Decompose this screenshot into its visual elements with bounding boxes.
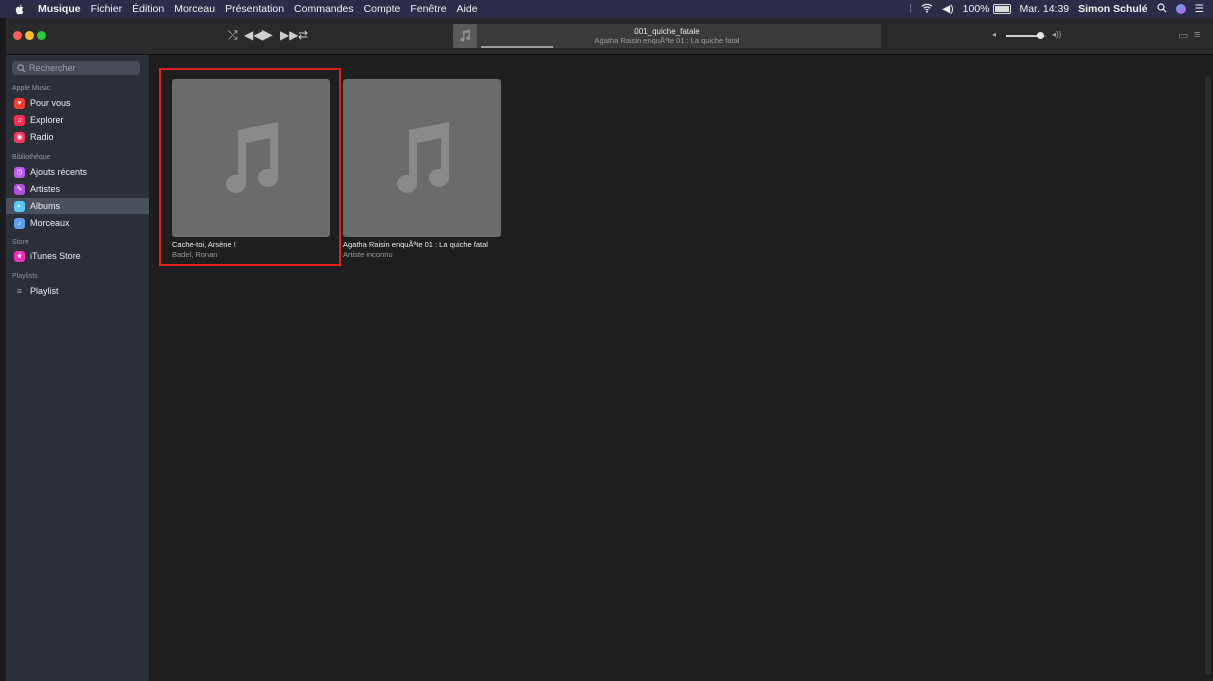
microphone-icon: ✎: [14, 183, 25, 195]
vertical-scrollbar[interactable]: [1204, 55, 1213, 681]
maximize-window-button[interactable]: [37, 31, 46, 40]
bluetooth-icon[interactable]: ⁞: [909, 3, 912, 15]
battery-indicator[interactable]: 100%: [963, 3, 1011, 15]
repeat-icon[interactable]: ⇄: [298, 28, 308, 42]
sidebar-item-albums[interactable]: ◐ Albums: [6, 198, 149, 214]
menu-aide[interactable]: Aide: [457, 3, 478, 15]
sidebar-item-label: Explorer: [30, 115, 64, 125]
close-window-button[interactable]: [13, 31, 22, 40]
sidebar-item-label: Albums: [30, 201, 61, 211]
menu-fichier[interactable]: Fichier: [91, 3, 123, 15]
section-store: Store: [12, 239, 29, 246]
scrollbar-thumb[interactable]: [1205, 75, 1211, 675]
volume-slider-knob[interactable]: [1037, 32, 1044, 39]
volume-control[interactable]: ◂ ◂)): [992, 30, 1072, 41]
now-playing-title: 001_quiche_fatale: [634, 27, 700, 36]
previous-track-icon[interactable]: ◀◀: [244, 28, 262, 42]
star-icon: ★: [14, 250, 25, 262]
sidebar: Rechercher Apple Music ♥ Pour vous ♫ Exp…: [6, 55, 150, 681]
playback-progress-bar[interactable]: [481, 46, 881, 48]
title-bar: ⤮ ◀◀ ▶ ▶▶ ⇄ 001_quiche_fatale Agatha Rai…: [6, 18, 1213, 55]
sidebar-item-explorer[interactable]: ♫ Explorer: [6, 112, 149, 128]
volume-menu-icon[interactable]: ◀︎): [942, 3, 954, 15]
menu-presentation[interactable]: Présentation: [225, 3, 284, 15]
playlist-icon: ≡: [16, 286, 23, 296]
search-placeholder: Rechercher: [29, 63, 76, 73]
spotlight-search-icon[interactable]: [1156, 2, 1167, 16]
sidebar-item-label: Morceaux: [30, 218, 70, 228]
menu-morceau[interactable]: Morceau: [174, 3, 215, 15]
sidebar-item-label: Playlist: [30, 286, 59, 296]
menu-musique[interactable]: Musique: [38, 3, 81, 15]
menu-edition[interactable]: Édition: [132, 3, 164, 15]
sidebar-item-label: Ajouts récents: [30, 167, 88, 177]
wifi-icon[interactable]: [921, 3, 933, 16]
section-apple-music: Apple Music: [12, 85, 51, 92]
section-playlists: Playlists: [12, 273, 38, 280]
radio-icon: ◉: [14, 131, 25, 143]
sidebar-item-radio[interactable]: ◉ Radio: [6, 129, 149, 145]
battery-icon: [992, 4, 1011, 14]
album-icon: ◐: [14, 200, 25, 212]
volume-high-icon: ◂)): [1052, 30, 1062, 39]
search-field[interactable]: Rechercher: [12, 61, 140, 75]
sidebar-item-morceaux[interactable]: ♪ Morceaux: [6, 215, 149, 231]
now-playing-display[interactable]: 001_quiche_fatale Agatha Raisin enquÃªte…: [453, 24, 881, 48]
music-note-icon: ♫: [14, 114, 25, 126]
sidebar-item-ajouts-recents[interactable]: ◷ Ajouts récents: [6, 164, 149, 180]
menu-bar: Musique Fichier Édition Morceau Présenta…: [0, 0, 1213, 18]
sidebar-item-artistes[interactable]: ✎ Artistes: [6, 181, 149, 197]
music-window: ⤮ ◀◀ ▶ ▶▶ ⇄ 001_quiche_fatale Agatha Rai…: [6, 18, 1213, 681]
album-artist[interactable]: Artiste inconnu: [343, 250, 501, 259]
music-note-icon: [397, 122, 449, 193]
battery-percent: 100%: [962, 3, 990, 15]
minimize-window-button[interactable]: [25, 31, 34, 40]
sidebar-item-itunes-store[interactable]: ★ iTunes Store: [6, 248, 149, 264]
sidebar-item-label: Artistes: [30, 184, 61, 194]
heart-icon: ♥: [14, 97, 25, 109]
sidebar-item-label: Pour vous: [30, 98, 71, 108]
apple-logo-icon[interactable]: [14, 3, 26, 15]
clock[interactable]: Mar. 14:39: [1020, 3, 1070, 15]
albums-grid: Cache-toi, Arsène ! Badel, Ronan Agatha …: [150, 55, 1204, 681]
sidebar-item-playlist[interactable]: ≡ Playlist: [6, 283, 149, 299]
search-icon: [17, 63, 26, 73]
album-artwork-placeholder[interactable]: [343, 79, 501, 237]
volume-low-icon: ◂: [992, 30, 997, 39]
section-bibliotheque: Bibliothèque: [12, 154, 51, 161]
selection-highlight: [159, 68, 341, 266]
play-icon[interactable]: ▶: [262, 26, 273, 43]
clock-icon: ◷: [14, 166, 25, 178]
status-area: ⁞ ◀︎) 100% Mar. 14:39 Simon Schulé ☰: [909, 0, 1213, 18]
sidebar-item-pour-vous[interactable]: ♥ Pour vous: [6, 95, 149, 111]
menu-commandes[interactable]: Commandes: [294, 3, 354, 15]
menu-fenetre[interactable]: Fenêtre: [410, 3, 446, 15]
notification-center-icon[interactable]: ☰: [1195, 3, 1204, 15]
sidebar-item-label: Radio: [30, 132, 54, 142]
shuffle-icon[interactable]: ⤮: [228, 28, 238, 43]
sidebar-item-label: iTunes Store: [30, 251, 81, 261]
menu-compte[interactable]: Compte: [364, 3, 401, 15]
up-next-list-icon[interactable]: ≡: [1194, 29, 1200, 41]
album-title[interactable]: Agatha Raisin enquÃªte 01 : La quiche fa…: [343, 240, 501, 249]
user-name[interactable]: Simon Schulé: [1078, 3, 1147, 15]
now-playing-subtitle: Agatha Raisin enquÃªte 01 : La quiche fa…: [594, 36, 740, 45]
next-track-icon[interactable]: ▶▶: [280, 28, 298, 42]
lyrics-icon[interactable]: ▭: [1178, 29, 1188, 42]
siri-icon[interactable]: [1175, 4, 1186, 14]
song-note-icon: ♪: [14, 217, 25, 229]
album-tile[interactable]: Agatha Raisin enquÃªte 01 : La quiche fa…: [343, 79, 501, 259]
